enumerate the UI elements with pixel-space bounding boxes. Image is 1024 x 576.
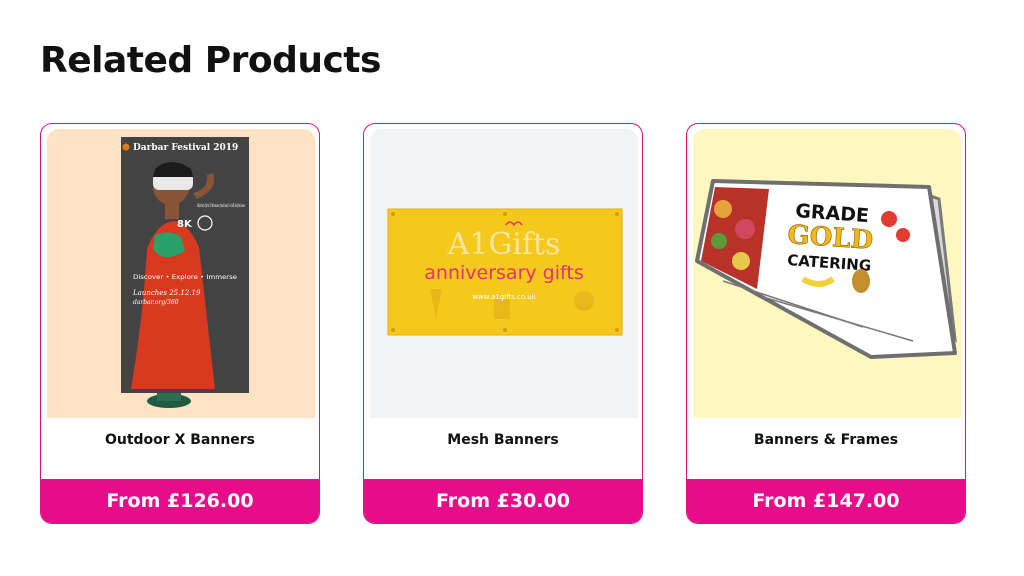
- product-name[interactable]: Outdoor X Banners: [41, 432, 319, 448]
- product-image-outdoor-x-banners[interactable]: Darbar Festival 2019 Worlds first Ultima…: [47, 129, 315, 418]
- mesh-logo-text: A1Gifts: [447, 227, 561, 262]
- banner-line2-text: Launches 25.12.19: [132, 289, 201, 297]
- price-button[interactable]: From £30.00: [364, 479, 642, 523]
- mesh-headline-text: anniversary gifts: [424, 262, 583, 284]
- product-card-mesh-banners[interactable]: A1Gifts anniversary gifts www.a1gifts.co…: [363, 123, 643, 524]
- product-name[interactable]: Banners & Frames: [687, 432, 965, 448]
- product-list: Darbar Festival 2019 Worlds first Ultima…: [40, 123, 966, 524]
- a-frame-banner-illustration: GRADE GOLD CATERING: [693, 129, 961, 418]
- product-card-outdoor-x-banners[interactable]: Darbar Festival 2019 Worlds first Ultima…: [40, 123, 320, 524]
- product-card-banners-frames[interactable]: GRADE GOLD CATERING Banners & Frames Fro…: [686, 123, 966, 524]
- x-banner-illustration: Darbar Festival 2019 Worlds first Ultima…: [47, 129, 315, 418]
- product-image-banners-frames[interactable]: GRADE GOLD CATERING: [693, 129, 961, 418]
- price-button[interactable]: From £147.00: [687, 479, 965, 523]
- mesh-banner-illustration: A1Gifts anniversary gifts www.a1gifts.co…: [370, 129, 638, 418]
- mesh-url-text: www.a1gifts.co.uk: [472, 293, 537, 301]
- banner-line3-text: darbar.org/360: [133, 299, 179, 306]
- banner-badge-text: 8K: [177, 219, 193, 230]
- banner-heading-text: Darbar Festival 2019: [133, 143, 238, 153]
- product-image-mesh-banners[interactable]: A1Gifts anniversary gifts www.a1gifts.co…: [370, 129, 638, 418]
- product-name[interactable]: Mesh Banners: [364, 432, 642, 448]
- banner-tagline-text: Worlds first Ultimate festival in 8K def…: [197, 203, 245, 209]
- frame-line2-text: GOLD: [787, 220, 875, 256]
- section-title: Related Products: [40, 40, 381, 81]
- banner-line1-text: Discover • Explore • Immerse: [133, 274, 237, 281]
- price-button[interactable]: From £126.00: [41, 479, 319, 523]
